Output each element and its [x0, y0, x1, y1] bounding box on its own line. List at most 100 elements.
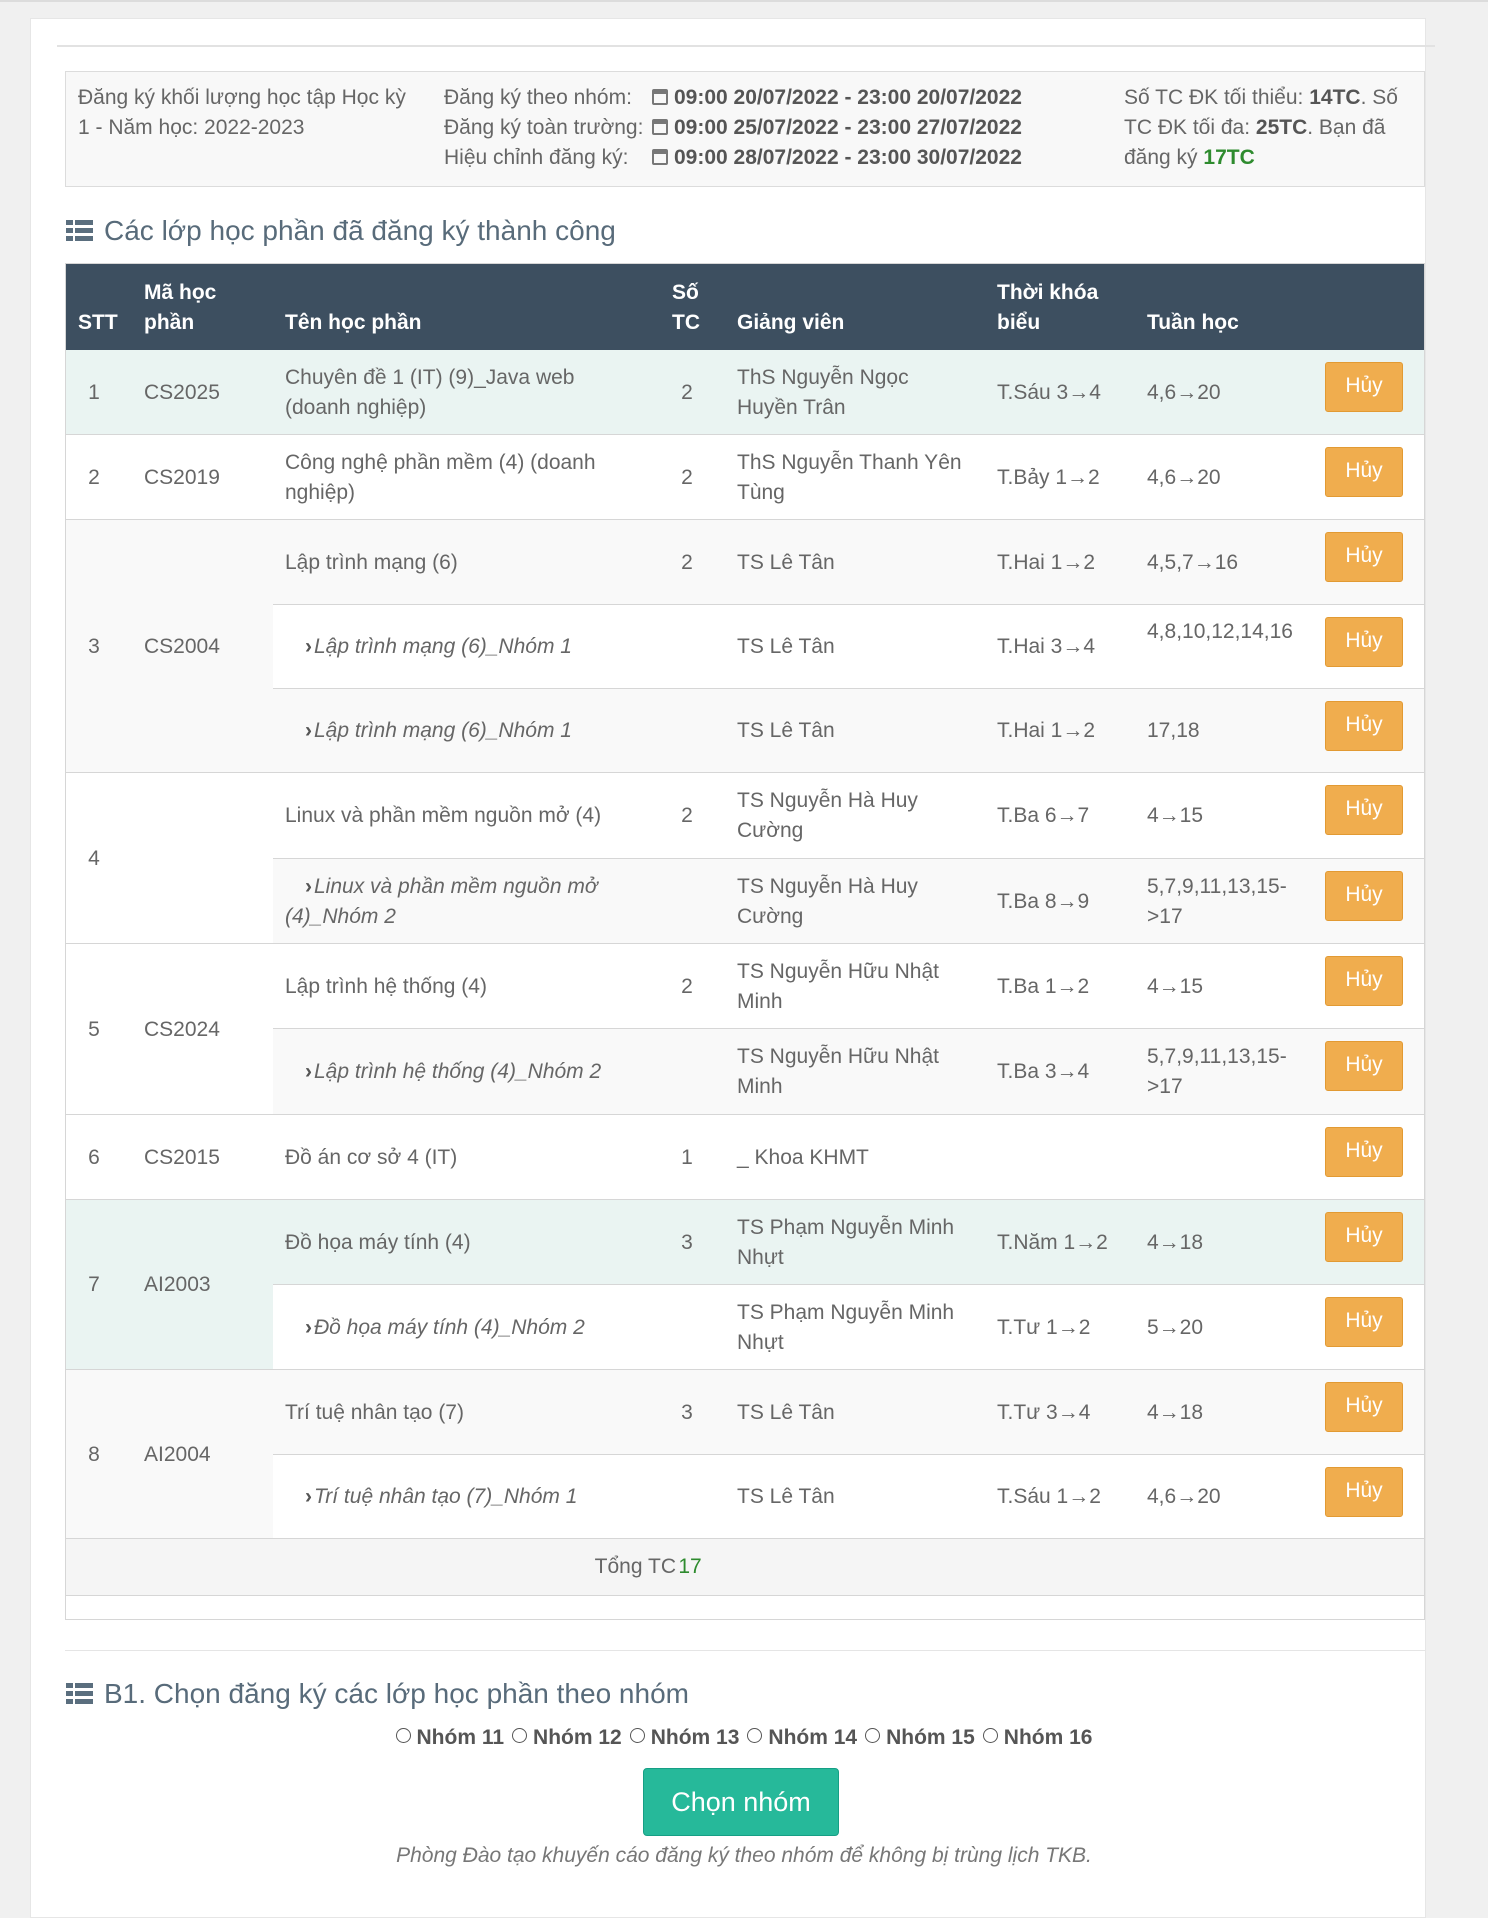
cell-stt: 6 [88, 1145, 100, 1169]
cell-lecturer: TS Lê Tân [737, 1400, 835, 1424]
cancel-button[interactable]: Hủy [1325, 362, 1403, 412]
cell-schedule: T.Tư 1→2 [997, 1315, 1091, 1339]
cell-course-name: Đồ án cơ sở 4 (IT) [285, 1145, 458, 1169]
cell-stt: 3 [88, 634, 100, 658]
section-title-registered: Các lớp học phần đã đăng ký thành công [66, 215, 616, 247]
group-option[interactable]: Nhóm 16 [982, 1726, 1093, 1750]
header-stt: STT [78, 311, 118, 334]
cancel-button[interactable]: Hủy [1325, 1297, 1403, 1347]
group-option[interactable]: Nhóm 12 [512, 1726, 622, 1750]
cell-schedule: T.Hai 1→2 [997, 550, 1096, 574]
group-option-label: Nhóm 15 [886, 1726, 975, 1749]
cell-schedule: T.Ba 3→4 [997, 1060, 1090, 1083]
cell-schedule: T.Bảy 1→2 [997, 465, 1100, 489]
cell-credits: 2 [681, 974, 693, 998]
total-credits-value: 17 [678, 1555, 702, 1578]
period-row: Hiệu chỉnh đăng ký: 09:00 28/07/2022 - 23… [444, 143, 1184, 173]
radio-button[interactable] [865, 1728, 881, 1743]
group-option[interactable]: Nhóm 14 [747, 1726, 857, 1750]
subclass-name-text: Linux và phần mềm nguồn mở (4)_Nhóm 2 [285, 874, 598, 928]
cell-weeks: 4→18 [1147, 1230, 1204, 1254]
cell-subclass-name: ›Đồ họa máy tính (4)_Nhóm 2 [285, 1313, 615, 1343]
table-header: STT Mã học phần Tên học phần Số TC Giảng… [66, 264, 1424, 350]
cell-weeks: 5,7,9,11,13,15->17 [1147, 1045, 1287, 1098]
cell-code: CS2019 [144, 465, 220, 489]
cell-credits: 2 [681, 550, 693, 574]
cell-schedule: T.Sáu 1→2 [997, 1485, 1101, 1508]
list-icon [66, 1683, 94, 1705]
cell-code: CS2024 [144, 1017, 220, 1041]
chevron-right-icon: › [305, 719, 312, 742]
cancel-button[interactable]: Hủy [1325, 701, 1403, 751]
group-option[interactable]: Nhóm 13 [629, 1726, 739, 1750]
cell-schedule: T.Ba 1→2 [997, 974, 1090, 998]
cell-stt: 8 [88, 1442, 100, 1466]
period-value: 09:00 20/07/2022 - 23:00 20/07/2022 [674, 86, 1022, 109]
cell-course-name: Công nghệ phần mềm (4) (doanh nghiệp) [285, 450, 596, 504]
list-icon [66, 220, 94, 242]
radio-button[interactable] [747, 1728, 763, 1743]
cell-credits: 1 [681, 1145, 693, 1169]
cell-schedule: T.Hai 1→2 [997, 719, 1096, 742]
row-border [273, 1454, 1424, 1455]
cell-schedule: T.Năm 1→2 [997, 1230, 1108, 1254]
cell-subclass-name: ›Linux và phần mềm nguồn mở (4)_Nhóm 2 [285, 872, 615, 932]
registered-classes-table: STT Mã học phần Tên học phần Số TC Giảng… [65, 263, 1425, 1620]
group-option[interactable]: Nhóm 15 [865, 1726, 975, 1750]
row-border [273, 1284, 1424, 1285]
group-option-label: Nhóm 16 [1003, 1726, 1093, 1749]
cancel-button[interactable]: Hủy [1325, 871, 1403, 921]
chevron-right-icon: › [305, 1485, 312, 1508]
cell-weeks: 5→20 [1147, 1315, 1204, 1339]
cell-credits: 2 [681, 465, 693, 489]
cancel-button[interactable]: Hủy [1325, 1467, 1403, 1517]
cell-lecturer: ThS Nguyễn Ngọc Huyền Trân [737, 365, 909, 419]
cell-lecturer: TS Lê Tân [737, 1485, 835, 1508]
group-option-label: Nhóm 11 [416, 1726, 505, 1749]
header-weeks: Tuần học [1147, 311, 1239, 334]
cancel-button[interactable]: Hủy [1325, 1127, 1403, 1177]
cell-weeks: 4→15 [1147, 974, 1204, 998]
cell-schedule: T.Ba 8→9 [997, 889, 1090, 913]
radio-button[interactable] [512, 1728, 528, 1743]
subclass-name-text: Đồ họa máy tính (4)_Nhóm 2 [314, 1315, 585, 1339]
advisory-note: Phòng Đào tạo khuyến cáo đăng ký theo nh… [396, 1844, 1092, 1867]
cell-lecturer: TS Phạm Nguyễn Minh Nhựt [737, 1215, 955, 1269]
cell-course-name: Lập trình mạng (6) [285, 550, 458, 574]
cell-stt: 2 [88, 465, 100, 489]
cell-course-name: Lập trình hệ thống (4) [285, 974, 487, 998]
cell-code: AI2003 [144, 1273, 211, 1296]
cancel-button[interactable]: Hủy [1325, 617, 1403, 667]
cancel-button[interactable]: Hủy [1325, 1212, 1403, 1262]
registration-periods: Đăng ký theo nhóm: 09:00 20/07/2022 - 23:… [444, 83, 1184, 173]
cell-weeks: 4→15 [1147, 804, 1204, 827]
radio-button[interactable] [982, 1728, 998, 1743]
cell-weeks: 4,5,7→16 [1147, 550, 1239, 574]
group-option[interactable]: Nhóm 11 [395, 1726, 505, 1750]
radio-button[interactable] [395, 1728, 411, 1743]
cell-subclass-name: ›Lập trình hệ thống (4)_Nhóm 2 [285, 1057, 615, 1087]
cancel-button[interactable]: Hủy [1325, 785, 1403, 835]
period-label: Hiệu chỉnh đăng ký: [444, 146, 629, 169]
cancel-button[interactable]: Hủy [1325, 1041, 1403, 1091]
cell-stt: 7 [88, 1273, 100, 1296]
cell-course-name: Trí tuệ nhân tạo (7) [285, 1400, 464, 1424]
cancel-button[interactable]: Hủy [1325, 956, 1403, 1006]
cell-weeks: 4,6→20 [1147, 465, 1221, 489]
cell-course-name: Đồ họa máy tính (4) [285, 1230, 471, 1254]
divider [65, 1650, 1425, 1651]
cell-lecturer: TS Lê Tân [737, 719, 835, 742]
choose-group-button[interactable]: Chọn nhóm [643, 1768, 839, 1836]
cell-code: CS2015 [144, 1145, 220, 1169]
cancel-button[interactable]: Hủy [1325, 532, 1403, 582]
cancel-button[interactable]: Hủy [1325, 1382, 1403, 1432]
cell-weeks: 4,6→20 [1147, 380, 1221, 404]
cell-subclass-name: ›Trí tuệ nhân tạo (7)_Nhóm 1 [285, 1482, 615, 1512]
cancel-button[interactable]: Hủy [1325, 447, 1403, 497]
registered-credits-value: 17TC [1203, 146, 1255, 169]
top-border [0, 0, 1488, 2]
cell-schedule: T.Sáu 3→4 [997, 380, 1101, 404]
period-row: Đăng ký theo nhóm: 09:00 20/07/2022 - 23:… [444, 83, 1184, 113]
cell-weeks: 5,7,9,11,13,15->17 [1147, 874, 1287, 928]
radio-button[interactable] [629, 1728, 645, 1743]
